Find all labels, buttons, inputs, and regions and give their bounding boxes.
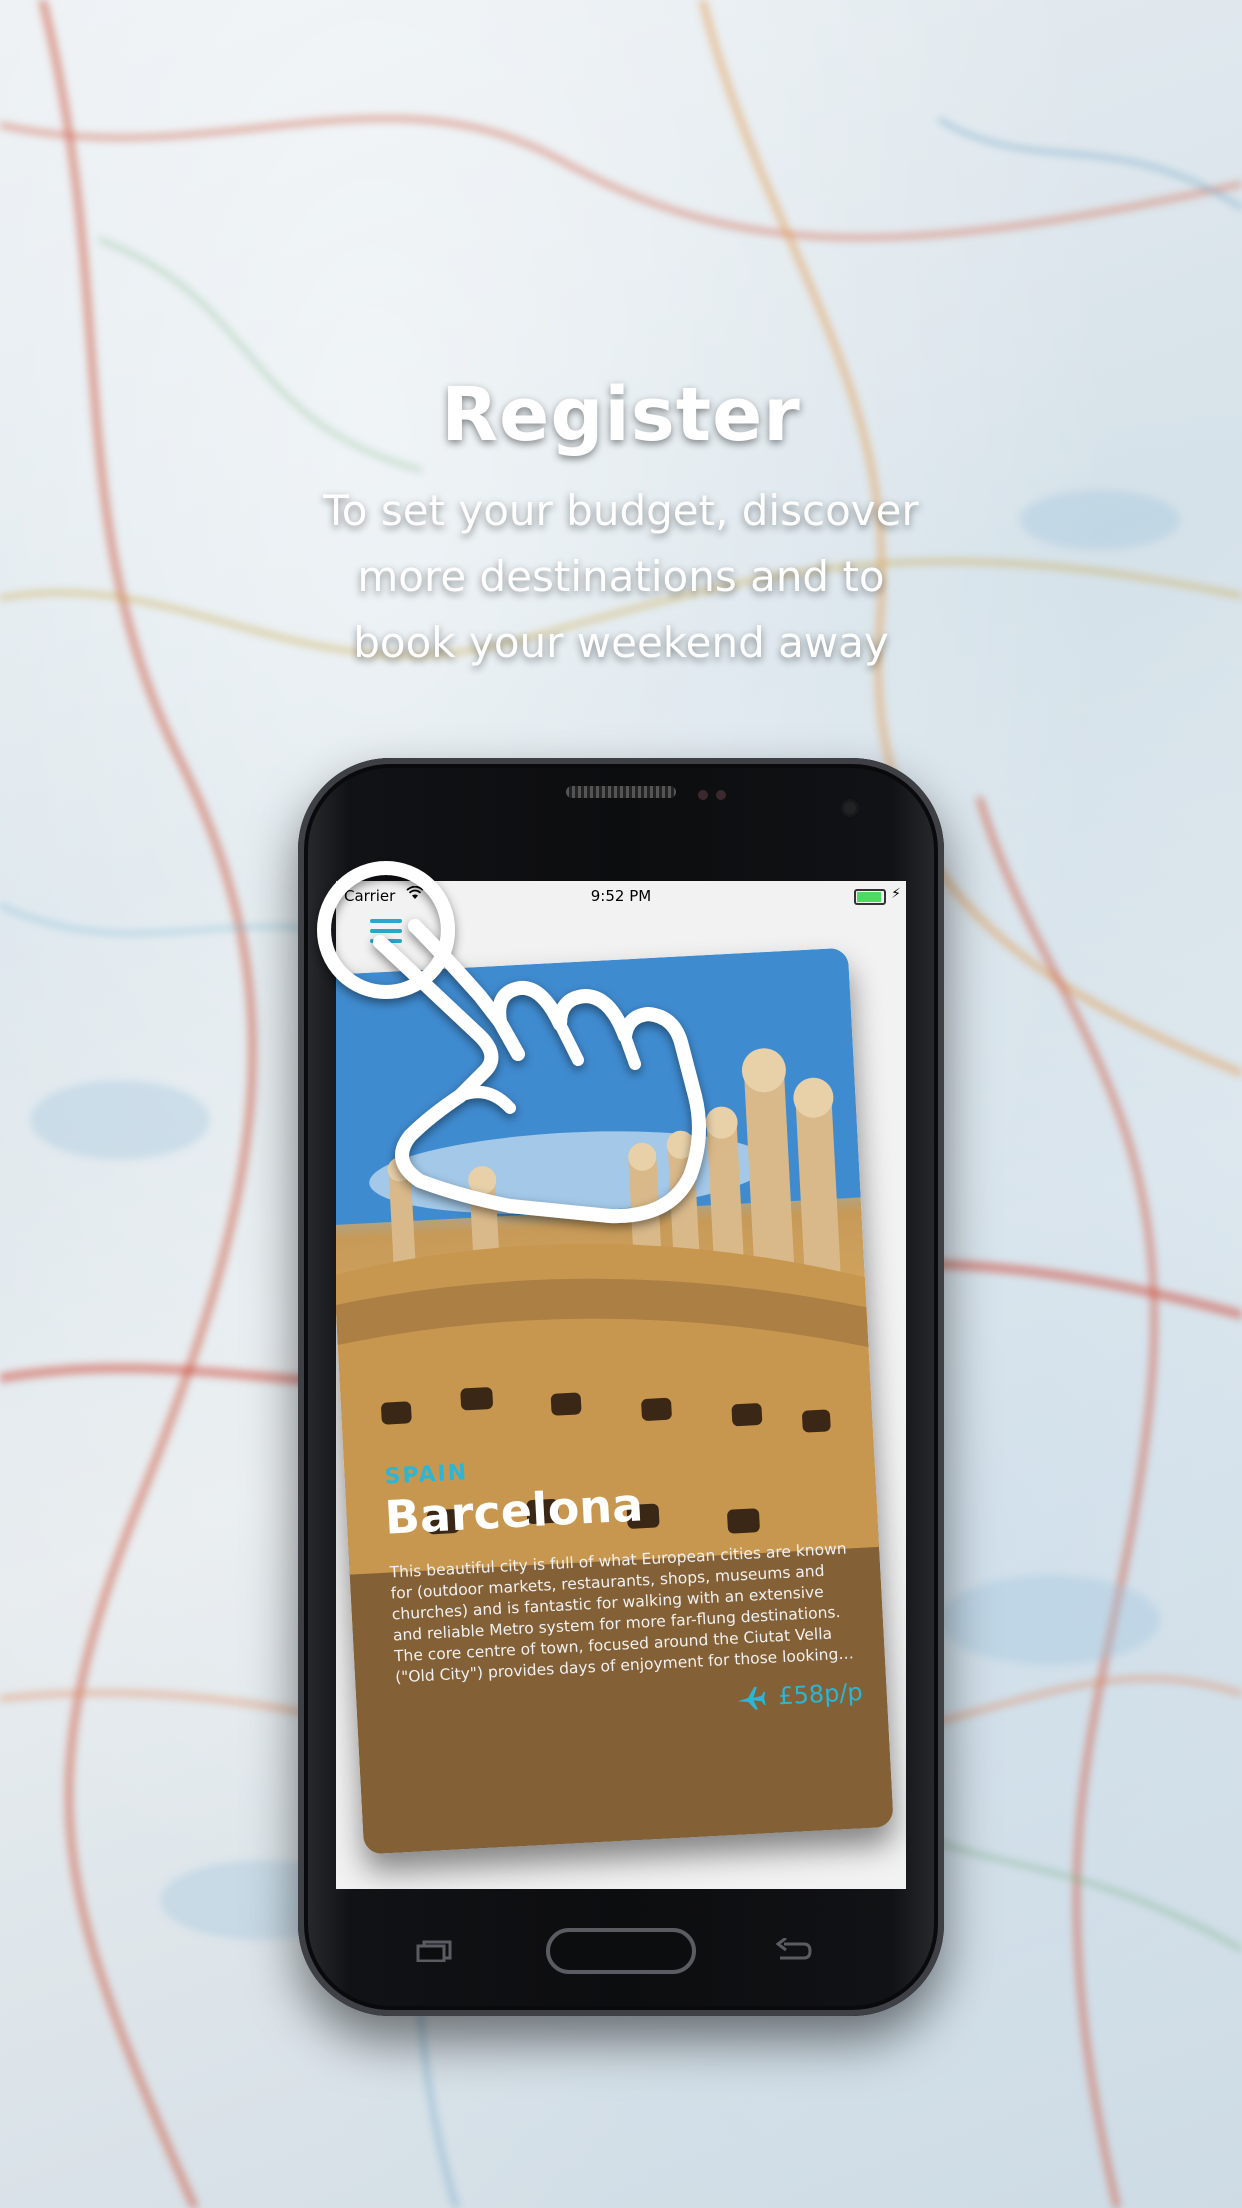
promo-title: Register bbox=[441, 372, 801, 458]
card-description: This beautiful city is full of what Euro… bbox=[389, 1539, 848, 1689]
phone-sensor bbox=[698, 790, 708, 800]
home-button[interactable] bbox=[546, 1928, 696, 1974]
card-price-row: £58p/p bbox=[734, 1676, 864, 1715]
battery-icon bbox=[854, 889, 886, 905]
card-price: £58p/p bbox=[777, 1677, 864, 1711]
card-country: SPAIN bbox=[384, 1460, 469, 1490]
back-icon[interactable] bbox=[774, 1938, 814, 1966]
phone-speaker bbox=[566, 786, 676, 798]
phone-camera bbox=[844, 802, 856, 814]
plane-icon bbox=[737, 1686, 766, 1710]
recent-apps-icon[interactable] bbox=[416, 1940, 452, 1962]
phone-sensor bbox=[716, 790, 726, 800]
tap-hand-icon bbox=[317, 861, 706, 1224]
promo-subtitle-line: more destinations and to bbox=[357, 552, 885, 601]
promo-subtitle-line: book your weekend away bbox=[353, 618, 889, 667]
promo-subtitle: To set your budget, discover more destin… bbox=[0, 478, 1242, 676]
charging-bolt-icon: ⚡ bbox=[891, 886, 901, 902]
promo-subtitle-line: To set your budget, discover bbox=[323, 486, 919, 535]
